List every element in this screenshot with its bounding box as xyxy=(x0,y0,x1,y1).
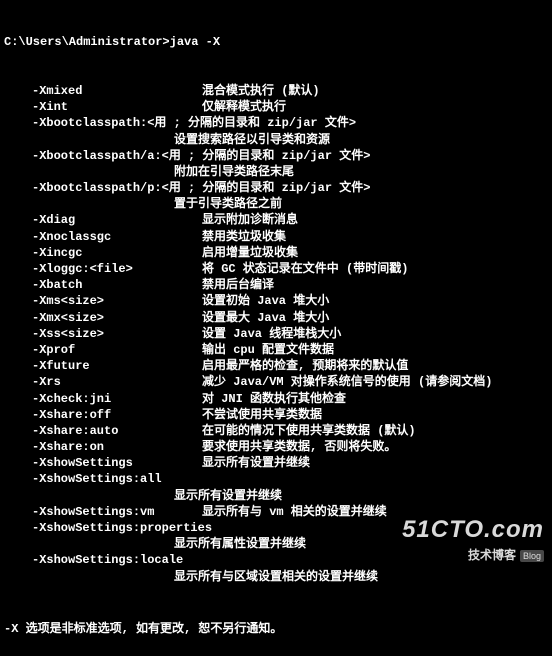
option-desc: 启用增量垃圾收集 xyxy=(202,246,298,260)
option-flag: -Xbootclasspath:<用 ; 分隔的目录和 zip/jar 文件> xyxy=(4,115,356,131)
watermark: 51CTO.com 技术博客 Blog xyxy=(402,514,544,563)
option-desc: 设置最大 Java 堆大小 xyxy=(202,311,329,325)
option-row: -Xbootclasspath/a:<用 ; 分隔的目录和 zip/jar 文件… xyxy=(4,148,548,164)
option-flag: -XshowSettings:vm xyxy=(4,504,202,520)
option-desc: 混合模式执行 (默认) xyxy=(202,84,320,98)
option-row: -Xshare:auto在可能的情况下使用共享类数据 (默认) xyxy=(4,423,548,439)
option-desc: 设置 Java 线程堆栈大小 xyxy=(202,327,341,341)
option-desc: 显示附加诊断消息 xyxy=(202,213,298,227)
option-row: -Xprof输出 cpu 配置文件数据 xyxy=(4,342,548,358)
option-desc: 不尝试使用共享类数据 xyxy=(202,408,322,422)
option-flag: -Xbatch xyxy=(4,277,202,293)
option-row: -Xshare:off不尝试使用共享类数据 xyxy=(4,407,548,423)
option-row: -Xbootclasspath:<用 ; 分隔的目录和 zip/jar 文件> xyxy=(4,115,548,131)
command-prompt: C:\Users\Administrator>java -X xyxy=(4,34,548,50)
option-row: -XshowSettings:all xyxy=(4,471,548,487)
option-desc: 设置初始 Java 堆大小 xyxy=(202,294,329,308)
option-flag: -Xnoclassgc xyxy=(4,229,202,245)
option-desc: 对 JNI 函数执行其他检查 xyxy=(202,392,346,406)
option-flag: -Xshare:off xyxy=(4,407,202,423)
option-flag: -Xbootclasspath/a:<用 ; 分隔的目录和 zip/jar 文件… xyxy=(4,148,370,164)
option-cont: 置于引导类路径之前 xyxy=(4,196,548,212)
option-flag: -Xshare:auto xyxy=(4,423,202,439)
option-desc: 禁用后台编译 xyxy=(202,278,274,292)
option-flag: -Xloggc:<file> xyxy=(4,261,202,277)
option-row: -Xms<size>设置初始 Java 堆大小 xyxy=(4,293,548,309)
option-flag: -Xint xyxy=(4,99,202,115)
option-row: -Xint仅解释模式执行 xyxy=(4,99,548,115)
option-desc: 启用最严格的检查, 预期将来的默认值 xyxy=(202,359,408,373)
option-desc: 将 GC 状态记录在文件中 (带时间戳) xyxy=(202,262,408,276)
option-cont: 设置搜索路径以引导类和资源 xyxy=(4,132,548,148)
watermark-sub-row: 技术博客 Blog xyxy=(402,547,544,563)
option-flag: -XshowSettings:properties xyxy=(4,520,212,536)
option-flag: -Xmixed xyxy=(4,83,202,99)
option-cont: 附加在引导类路径末尾 xyxy=(4,164,548,180)
option-row: -Xcheck:jni对 JNI 函数执行其他检查 xyxy=(4,391,548,407)
option-flag: -Xms<size> xyxy=(4,293,202,309)
option-desc: 输出 cpu 配置文件数据 xyxy=(202,343,334,357)
watermark-tag: Blog xyxy=(520,550,544,562)
option-row: -Xshare:on要求使用共享类数据, 否则将失败。 xyxy=(4,439,548,455)
option-flag: -Xdiag xyxy=(4,212,202,228)
option-flag: -Xincgc xyxy=(4,245,202,261)
option-desc: 仅解释模式执行 xyxy=(202,100,286,114)
option-desc: 在可能的情况下使用共享类数据 (默认) xyxy=(202,424,416,438)
watermark-sub: 技术博客 xyxy=(468,548,516,562)
option-cont: 显示所有设置并继续 xyxy=(4,488,548,504)
option-row: -Xbootclasspath/p:<用 ; 分隔的目录和 zip/jar 文件… xyxy=(4,180,548,196)
option-flag: -Xss<size> xyxy=(4,326,202,342)
option-flag: -XshowSettings:locale xyxy=(4,552,183,568)
option-desc: 显示所有与 vm 相关的设置并继续 xyxy=(202,505,387,519)
footer-note: -X 选项是非标准选项, 如有更改, 恕不另行通知。 xyxy=(4,617,548,637)
option-flag: -Xmx<size> xyxy=(4,310,202,326)
option-row: -Xfuture启用最严格的检查, 预期将来的默认值 xyxy=(4,358,548,374)
option-flag: -Xshare:on xyxy=(4,439,202,455)
option-row: -Xmixed混合模式执行 (默认) xyxy=(4,83,548,99)
option-flag: -Xprof xyxy=(4,342,202,358)
option-row: -XshowSettings显示所有设置并继续 xyxy=(4,455,548,471)
option-flag: -XshowSettings:all xyxy=(4,471,162,487)
option-desc: 禁用类垃圾收集 xyxy=(202,230,286,244)
watermark-main: 51CTO.com xyxy=(402,514,544,546)
option-flag: -XshowSettings xyxy=(4,455,202,471)
options-list: -Xmixed混合模式执行 (默认)-Xint仅解释模式执行-Xbootclas… xyxy=(4,83,548,585)
option-row: -Xmx<size>设置最大 Java 堆大小 xyxy=(4,310,548,326)
option-flag: -Xcheck:jni xyxy=(4,391,202,407)
option-row: -Xbatch禁用后台编译 xyxy=(4,277,548,293)
option-flag: -Xrs xyxy=(4,374,202,390)
option-row: -Xincgc启用增量垃圾收集 xyxy=(4,245,548,261)
option-row: -Xnoclassgc禁用类垃圾收集 xyxy=(4,229,548,245)
option-desc: 显示所有设置并继续 xyxy=(202,456,310,470)
option-desc: 要求使用共享类数据, 否则将失败。 xyxy=(202,440,396,454)
option-flag: -Xfuture xyxy=(4,358,202,374)
option-flag: -Xbootclasspath/p:<用 ; 分隔的目录和 zip/jar 文件… xyxy=(4,180,370,196)
option-row: -Xdiag显示附加诊断消息 xyxy=(4,212,548,228)
option-row: -Xrs减少 Java/VM 对操作系统信号的使用 (请参阅文档) xyxy=(4,374,548,390)
option-desc: 减少 Java/VM 对操作系统信号的使用 (请参阅文档) xyxy=(202,375,492,389)
option-row: -Xloggc:<file>将 GC 状态记录在文件中 (带时间戳) xyxy=(4,261,548,277)
option-row: -Xss<size>设置 Java 线程堆栈大小 xyxy=(4,326,548,342)
